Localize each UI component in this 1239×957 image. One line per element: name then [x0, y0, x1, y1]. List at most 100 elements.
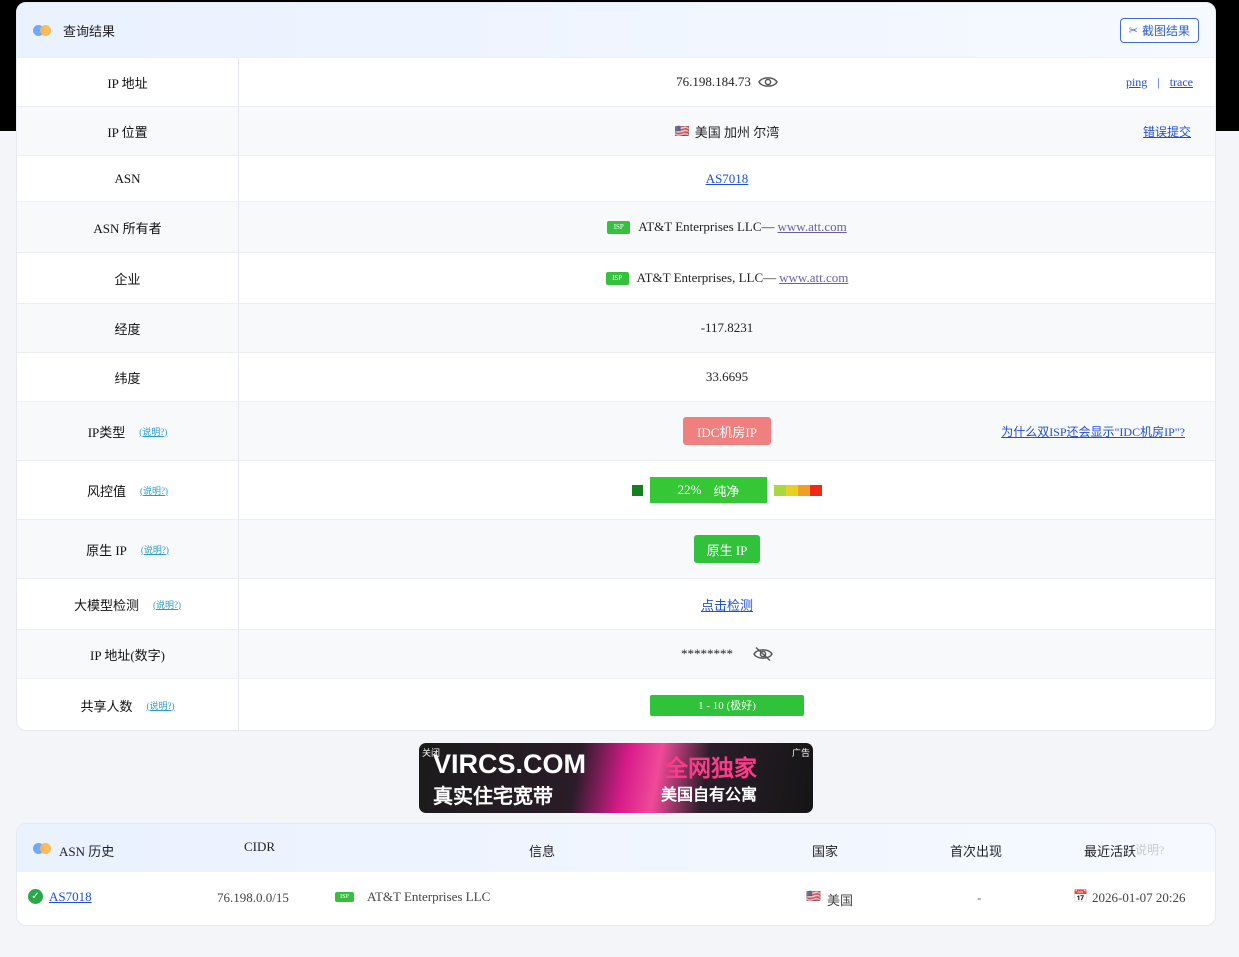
ip-type-hint-link[interactable]: (说明?)	[139, 425, 167, 438]
row-ip-type: IP类型 (说明?) IDC机房IP 为什么双ISP还会显示"IDC机房IP"?	[17, 401, 1215, 460]
ip-location-value: 美国 加州 尔湾	[694, 124, 780, 140]
link-separator: |	[1157, 74, 1160, 89]
llm-check-hint-link[interactable]: (说明?)	[153, 598, 181, 611]
eye-off-icon[interactable]	[753, 646, 773, 662]
label-risk: 风控值	[86, 483, 126, 499]
row-shared-users: 共享人数 (说明?) 1 - 10 (极好)	[17, 678, 1215, 730]
row-native-ip: 原生 IP (说明?) 原生 IP	[17, 519, 1215, 578]
label-asn-owner: ASN 所有者	[17, 202, 239, 252]
query-result-card: 查询结果 ✂ 截图结果 IP 地址 76.198.184.73 ping | t…	[16, 2, 1216, 731]
logo-dots-icon	[33, 841, 53, 855]
col-cidr: CIDR	[244, 839, 276, 854]
risk-low-square	[632, 484, 643, 496]
llm-check-link[interactable]: 点击检测	[701, 595, 753, 614]
ad-line-2: 真实住宅宽带	[433, 784, 553, 808]
label-shared-users: 共享人数	[80, 698, 133, 714]
dash: —	[761, 219, 775, 234]
native-ip-hint-link[interactable]: (说明?)	[141, 543, 169, 556]
ping-link[interactable]: ping	[1126, 75, 1147, 90]
col-last-active: 最近活跃	[1084, 844, 1137, 859]
native-ip-badge: 原生 IP	[693, 535, 761, 563]
spectrum-seg-4	[810, 484, 822, 496]
dash: —	[763, 270, 777, 285]
row-llm-check: 大模型检测 (说明?) 点击检测	[17, 578, 1215, 629]
label-latitude: 纬度	[17, 353, 239, 401]
last-active-value: 2026-01-07 20:26	[1092, 890, 1186, 905]
risk-text: 纯净	[713, 483, 740, 499]
label-longitude: 经度	[17, 304, 239, 352]
ad-right-2: 美国自有公寓	[661, 785, 758, 804]
isp-badge: ISP	[607, 220, 631, 234]
risk-spectrum	[774, 484, 822, 496]
first-seen-value: -	[977, 890, 982, 905]
asn-owner-site-link[interactable]: www.att.com	[778, 219, 847, 235]
row-company: 企业 ISP AT&T Enterprises, LLC — www.att.c…	[17, 252, 1215, 303]
row-ip-numeric: IP 地址(数字) ********	[17, 629, 1215, 678]
asn-owner-name: AT&T Enterprises LLC	[638, 219, 762, 234]
table-row: ✓ AS7018 76.198.0.0/15 ISP AT&T Enterpri…	[17, 872, 1215, 924]
latitude-value: 33.6695	[705, 369, 749, 384]
risk-score-bar: 22% 纯净	[650, 477, 767, 503]
row-ip-location: IP 位置 🇺🇸 美国 加州 尔湾 错误提交	[17, 106, 1215, 155]
ad-banner[interactable]: 关闭 广告 VIRCS.COM 真实住宅宽带 全网独家 美国自有公寓	[419, 743, 813, 813]
isp-badge: ISP	[335, 892, 354, 902]
us-flag-icon: 🇺🇸	[674, 124, 690, 138]
risk-meter: 22% 纯净	[632, 477, 822, 503]
last-active-hint-link[interactable]: 说明?	[1135, 841, 1164, 858]
label-native-ip: 原生 IP	[86, 542, 127, 558]
label-ip-location: IP 位置	[17, 107, 239, 155]
calendar-icon: 📅	[1073, 889, 1088, 903]
spectrum-seg-3	[798, 484, 810, 496]
isp-badge: ISP	[605, 271, 629, 285]
row-ip-address: IP 地址 76.198.184.73 ping | trace	[17, 57, 1215, 106]
ip-numeric-value: ********	[681, 646, 733, 661]
risk-percent: 22%	[677, 482, 702, 497]
ip-type-badge: IDC机房IP	[683, 417, 771, 445]
ad-label: 广告	[791, 748, 810, 758]
country-value: 美国	[827, 893, 854, 908]
col-country: 国家	[812, 844, 839, 859]
label-ip-numeric: IP 地址(数字)	[17, 630, 239, 678]
label-company: 企业	[17, 253, 239, 303]
row-risk: 风控值 (说明?) 22% 纯净	[17, 460, 1215, 519]
ad-right-1: 全网独家	[665, 756, 757, 782]
asn-history-link[interactable]: AS7018	[49, 889, 92, 905]
asn-history-card: ASN 历史 CIDR 信息 国家 首次出现 最近活跃 说明? ✓ AS7018…	[16, 823, 1216, 926]
asn-history-title: ASN 历史	[59, 844, 115, 859]
col-info: 信息	[529, 844, 556, 859]
risk-hint-link[interactable]: (说明?)	[140, 484, 168, 497]
result-header: 查询结果 ✂ 截图结果	[17, 3, 1215, 57]
row-asn: ASN AS7018	[17, 155, 1215, 201]
row-latitude: 纬度 33.6695	[17, 352, 1215, 401]
error-report-link[interactable]: 错误提交	[1143, 123, 1191, 140]
dual-isp-question-link[interactable]: 为什么双ISP还会显示"IDC机房IP"?	[1001, 423, 1185, 440]
us-flag-icon: 🇺🇸	[806, 889, 821, 903]
asn-history-header: ASN 历史 CIDR 信息 国家 首次出现 最近活跃 说明?	[17, 824, 1215, 872]
label-asn: ASN	[17, 156, 239, 201]
info-value: AT&T Enterprises LLC	[367, 889, 491, 904]
asn-link[interactable]: AS7018	[706, 171, 749, 187]
ip-address-value: 76.198.184.73	[676, 74, 751, 89]
label-ip-address: IP 地址	[17, 58, 239, 106]
company-site-link[interactable]: www.att.com	[779, 270, 848, 286]
company-name: AT&T Enterprises, LLC	[636, 270, 764, 285]
shared-users-bar: 1 - 10 (极好)	[650, 694, 804, 716]
result-title: 查询结果	[63, 23, 116, 39]
logo-dots-icon	[33, 23, 53, 37]
label-ip-type: IP类型	[87, 424, 126, 440]
scissors-icon: ✂	[1128, 24, 1138, 37]
spectrum-seg-1	[774, 484, 786, 496]
row-longitude: 经度 -117.8231	[17, 303, 1215, 352]
screenshot-button[interactable]: ✂ 截图结果	[1119, 18, 1199, 43]
spectrum-seg-2	[786, 484, 798, 496]
check-circle-icon: ✓	[28, 889, 43, 904]
shared-users-hint-link[interactable]: (说明?)	[147, 699, 175, 712]
trace-link[interactable]: trace	[1170, 75, 1193, 90]
longitude-value: -117.8231	[700, 320, 754, 335]
ad-line-1: VIRCS.COM	[433, 749, 587, 779]
cidr-value: 76.198.0.0/15	[217, 890, 289, 905]
col-first-seen: 首次出现	[950, 844, 1003, 859]
row-asn-owner: ASN 所有者 ISP AT&T Enterprises LLC — www.a…	[17, 201, 1215, 252]
label-llm-check: 大模型检测	[73, 597, 139, 613]
eye-icon[interactable]	[758, 75, 778, 89]
